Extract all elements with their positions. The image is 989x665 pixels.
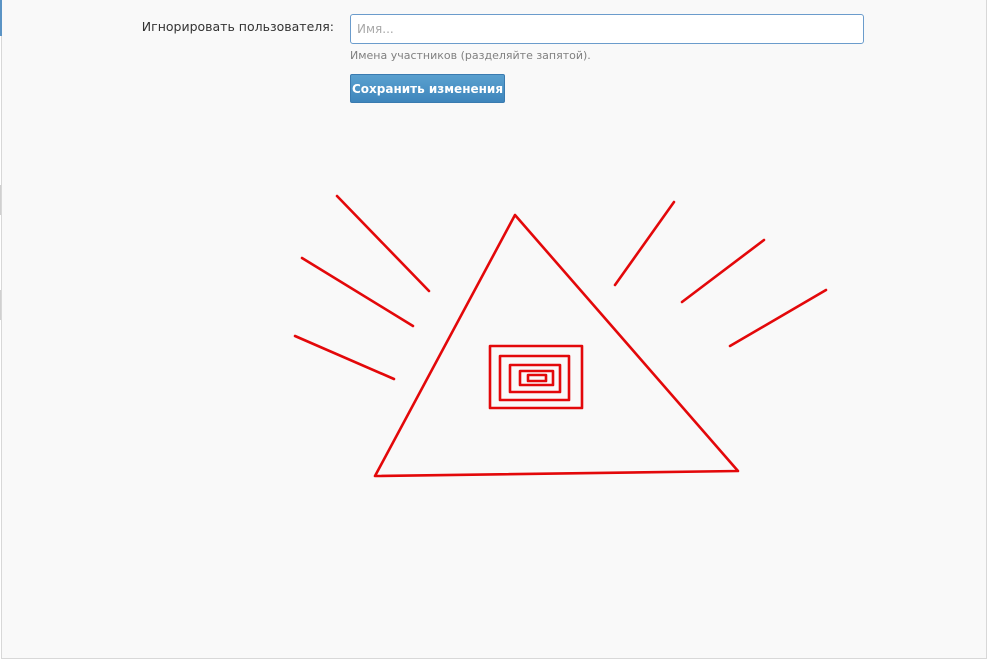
eye-square-4 [518,369,555,387]
eye-square-inner [526,373,548,383]
ray-right-2 [680,238,766,304]
ray-left-3 [293,334,396,381]
eye-of-providence-doodle [293,194,828,478]
ray-left-1 [335,194,431,293]
ray-right-3 [728,288,828,348]
ray-right-1 [613,200,676,287]
ray-left-2 [300,256,415,328]
